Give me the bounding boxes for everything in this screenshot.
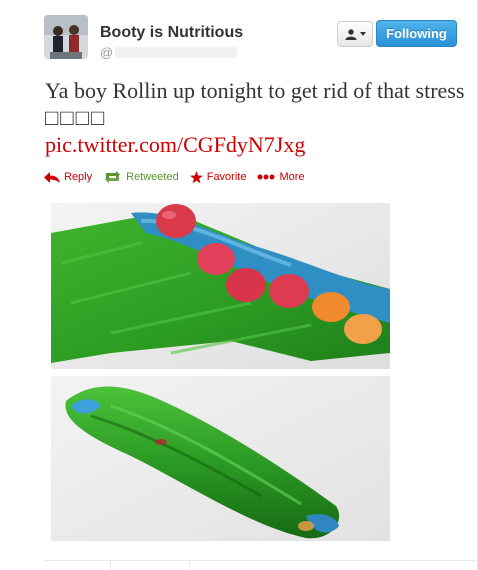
- redacted-handle: [115, 47, 238, 58]
- retweet-action[interactable]: Retweeted: [103, 171, 179, 183]
- more-label: More: [279, 171, 305, 183]
- retweeted-label: Retweeted: [126, 171, 179, 183]
- tweet-text: Ya boy Rollin up tonight to get rid of t…: [45, 77, 465, 158]
- more-dots-icon: [257, 174, 275, 180]
- tweet-body: Ya boy Rollin up tonight to get rid of t…: [45, 78, 465, 103]
- photo-link[interactable]: pic.twitter.com/CGFdyN7Jxg: [45, 132, 305, 157]
- user-handle[interactable]: @: [100, 45, 238, 60]
- missing-emoji-glyphs: □□□□: [45, 105, 107, 130]
- reply-label: Reply: [64, 171, 93, 183]
- tweet-photo-2[interactable]: [51, 376, 390, 541]
- favorite-action[interactable]: Favorite: [189, 170, 247, 184]
- favorite-label: Favorite: [206, 171, 247, 183]
- star-icon: [189, 170, 203, 183]
- reply-action[interactable]: Reply: [44, 171, 92, 183]
- handle-prefix: @: [100, 45, 114, 60]
- caret-down-icon: [359, 32, 366, 36]
- avatar[interactable]: [44, 15, 88, 59]
- user-actions-button[interactable]: [337, 21, 373, 47]
- reply-icon: [44, 171, 60, 183]
- tweet-photo-1[interactable]: [51, 203, 390, 369]
- footer-tick: [189, 560, 190, 570]
- tweet-card: Booty is Nutritious @ Following Ya boy R…: [0, 0, 478, 570]
- footer-tick: [110, 560, 111, 570]
- person-icon: [345, 28, 356, 40]
- following-button[interactable]: Following: [376, 20, 457, 47]
- tweet-actions: Reply Retweeted Favorite More: [44, 169, 316, 185]
- more-action[interactable]: More: [257, 171, 305, 183]
- display-name[interactable]: Booty is Nutritious: [100, 24, 243, 42]
- retweet-icon: [105, 171, 121, 183]
